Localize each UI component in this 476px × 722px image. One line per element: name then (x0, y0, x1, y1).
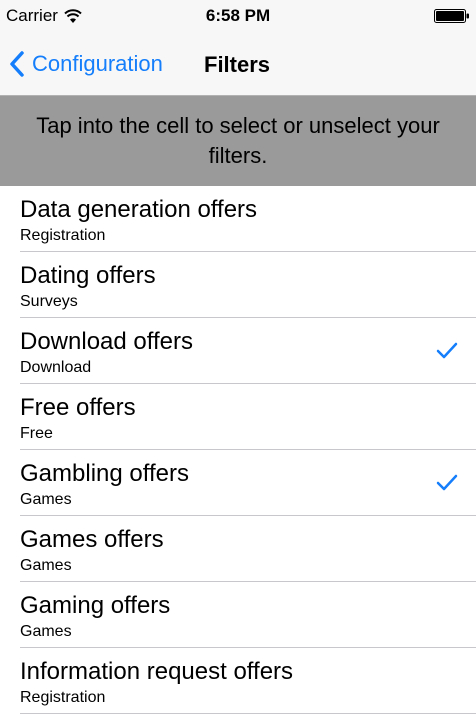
battery-icon (434, 9, 469, 23)
filter-subtitle: Games (20, 557, 72, 574)
back-button[interactable]: Configuration (8, 48, 163, 80)
status-time: 6:58 PM (205, 6, 271, 25)
filter-subtitle: Free (20, 425, 53, 442)
navigation-bar: Configuration Filters (0, 32, 476, 96)
status-bar: Carrier 6:58 PM (0, 0, 476, 32)
checkmark-icon (436, 474, 458, 491)
filter-title: Games offers (20, 526, 164, 553)
filter-list: Data generation offers Registration Dati… (0, 186, 476, 714)
filter-subtitle: Download (20, 359, 92, 376)
filter-row[interactable]: Gaming offers Games (0, 582, 476, 648)
filter-row[interactable]: Games offers Games (0, 516, 476, 582)
filter-subtitle: Registration (20, 689, 106, 706)
filter-title: Dating offers (20, 262, 156, 289)
filter-title: Information request offers (20, 658, 294, 685)
filter-title: Free offers (20, 394, 136, 421)
filter-row[interactable]: Download offers Download (0, 318, 476, 384)
filter-title: Download offers (20, 328, 193, 355)
back-button-label: Configuration (32, 51, 163, 76)
filter-row[interactable]: Free offers Free (0, 384, 476, 450)
filter-subtitle: Games (20, 623, 72, 640)
hint-banner: Tap into the cell to select or unselect … (0, 96, 476, 186)
checkmark-icon (436, 342, 458, 359)
filter-row[interactable]: Data generation offers Registration (0, 186, 476, 252)
filter-subtitle: Surveys (20, 293, 78, 310)
filter-title: Gambling offers (20, 460, 189, 487)
chevron-left-icon (10, 51, 24, 77)
filter-title: Gaming offers (20, 592, 171, 619)
filter-subtitle: Games (20, 491, 72, 508)
hint-text: Tap into the cell to select or unselect … (36, 113, 440, 168)
filter-row[interactable]: Gambling offers Games (0, 450, 476, 516)
page-title: Filters (204, 52, 271, 77)
filter-title: Data generation offers (20, 196, 258, 223)
filter-subtitle: Registration (20, 227, 106, 244)
filter-row[interactable]: Dating offers Surveys (0, 252, 476, 318)
filter-row[interactable]: Information request offers Registration (0, 648, 476, 714)
